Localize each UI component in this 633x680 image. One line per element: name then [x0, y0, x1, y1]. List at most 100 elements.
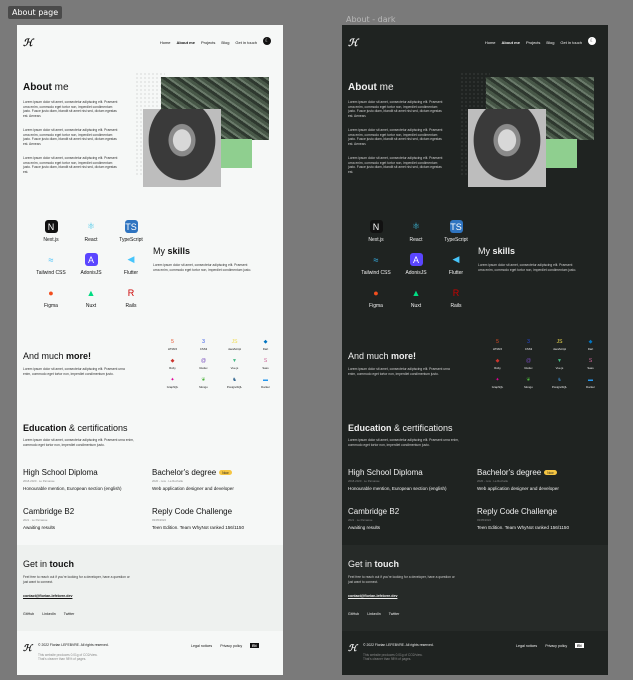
privacy-link[interactable]: Privacy policy	[220, 644, 242, 648]
contact-section	[17, 545, 283, 631]
theme-toggle-button[interactable]: ☾	[263, 37, 271, 45]
more-text: Lorem ipsum dolor sit amet, consectetur …	[348, 367, 450, 376]
tool-item: 5 HTML5	[482, 338, 513, 352]
email-link[interactable]: contact@florian-lefebvre.dev	[23, 594, 72, 598]
tool-item: ◆ Ruby	[157, 357, 188, 371]
language-switch[interactable]: EN	[250, 643, 259, 648]
tool-label: PostgreSQL	[226, 385, 243, 389]
tool-label: HTML5	[167, 347, 178, 351]
site-logo[interactable]: ℋ	[348, 38, 358, 49]
tool-item: ♞ PostgreSQL	[219, 376, 250, 390]
skills-grid: N Next.js ⚛ React TS TypeScript ≈ Tailwind CSS A…	[31, 220, 151, 309]
nav-contact[interactable]: Get in touch	[560, 40, 582, 45]
skill-label: React	[409, 237, 423, 243]
figma-icon: ●	[48, 287, 54, 298]
typescript-icon: TS	[449, 220, 463, 233]
tool-label: HTML5	[492, 347, 503, 351]
nav-about[interactable]: About me	[502, 40, 520, 45]
linkedin-link[interactable]: LinkedIn	[367, 612, 381, 616]
more-title: And much more!	[23, 351, 92, 361]
nextjs-icon: N	[44, 220, 58, 233]
email-link[interactable]: contact@florian-lefebvre.dev	[348, 594, 397, 598]
nav-blog[interactable]: Blog	[221, 40, 229, 45]
nav-projects[interactable]: Projects	[201, 40, 215, 45]
footer-logo[interactable]: ℋ	[348, 643, 357, 654]
more-title: And much more!	[348, 351, 417, 361]
ruby-icon: ◆	[170, 357, 175, 364]
nav-projects[interactable]: Projects	[526, 40, 540, 45]
react-icon: ⚛	[86, 221, 96, 231]
twitter-link[interactable]: Twitter	[389, 612, 400, 616]
skill-item: ◀ Flutter	[436, 253, 476, 276]
tool-item: @ Redux	[513, 357, 544, 371]
education-item: Bachelor's degree Now 2020 - now · La Roc…	[477, 468, 559, 491]
nav-home[interactable]: Home	[485, 40, 496, 45]
tailwind-icon: ≈	[48, 254, 54, 265]
linkedin-link[interactable]: LinkedIn	[42, 612, 56, 616]
about-paragraph-3: Lorem ipsum dolor sit amet, consectetur …	[348, 156, 443, 174]
skill-label: Figma	[369, 303, 383, 309]
contact-title: Get in touch	[23, 559, 75, 569]
frame-label-light: About page	[8, 6, 63, 19]
privacy-link[interactable]: Privacy policy	[545, 644, 567, 648]
footer-links: Legal notices Privacy policy EN	[516, 643, 584, 648]
nav-blog[interactable]: Blog	[546, 40, 554, 45]
html5-icon: 5	[171, 338, 174, 345]
nav-about[interactable]: About me	[177, 40, 195, 45]
docker-icon: ▬	[263, 376, 268, 383]
tool-label: Sass	[262, 366, 269, 370]
about-title: About me	[23, 82, 69, 93]
html5-icon: 5	[496, 338, 499, 345]
twitter-link[interactable]: Twitter	[64, 612, 75, 616]
footer-links: Legal notices Privacy policy EN	[191, 643, 259, 648]
nav-contact[interactable]: Get in touch	[235, 40, 257, 45]
footer-logo[interactable]: ℋ	[23, 643, 32, 654]
skill-item: N Next.js	[31, 220, 71, 243]
sass-icon: S	[263, 357, 268, 364]
css3-icon: 3	[527, 338, 530, 345]
legal-link[interactable]: Legal notices	[516, 644, 537, 648]
legal-link[interactable]: Legal notices	[191, 644, 212, 648]
copyright: © 2022 Florian LEFEBVRE. All rights rese…	[38, 643, 109, 647]
github-link[interactable]: GitHub	[23, 612, 34, 616]
education-title: Education & certifications	[23, 423, 128, 433]
skill-item: A AdonisJS	[71, 253, 111, 276]
nuxt-icon: ▲	[411, 287, 421, 298]
skill-item: ⚛ React	[71, 220, 111, 243]
education-item: Bachelor's degree Now 2020 - now · La Roc…	[152, 468, 234, 491]
dark-frame: ℋ Home About me Projects Blog Get in tou…	[342, 25, 608, 675]
tool-label: Redux	[199, 366, 208, 370]
tools-grid: 5 HTML5 3 CSS3 JS JavaScript ◆ Dart ◆ Ruby @ Redux ▼…	[157, 338, 281, 390]
theme-toggle-button[interactable]: ☾	[588, 37, 596, 45]
nav-home[interactable]: Home	[160, 40, 171, 45]
moon-icon: ☾	[589, 38, 595, 44]
copyright: © 2022 Florian LEFEBVRE. All rights rese…	[363, 643, 434, 647]
skills-title: My skills	[478, 246, 516, 256]
tool-label: Docker	[586, 385, 595, 389]
social-links: GitHub LinkedIn Twitter	[348, 612, 399, 616]
tool-item: ◆ Ruby	[482, 357, 513, 371]
site-logo[interactable]: ℋ	[23, 38, 33, 49]
education-text: Lorem ipsum dolor sit amet, consectetur …	[348, 438, 459, 447]
vuejs-icon: ▼	[557, 357, 562, 364]
now-badge: Now	[219, 470, 232, 476]
skill-label: Rails	[450, 303, 462, 309]
skill-label: AdonisJS	[405, 270, 427, 276]
tool-item: 5 HTML5	[157, 338, 188, 352]
portrait-photo	[143, 109, 221, 187]
tool-item: S Sass	[250, 357, 281, 371]
mongodb-icon: ❦	[526, 376, 531, 383]
tool-label: Mongo	[524, 385, 533, 389]
github-link[interactable]: GitHub	[348, 612, 359, 616]
skill-label: Tailwind CSS	[361, 270, 391, 276]
contact-text: Feel free to reach out if you're looking…	[348, 575, 455, 584]
social-links: GitHub LinkedIn Twitter	[23, 612, 74, 616]
mongodb-icon: ❦	[201, 376, 206, 383]
tool-item: S Sass	[575, 357, 606, 371]
tool-label: JavaScript	[552, 347, 567, 351]
typescript-icon: TS	[124, 220, 138, 233]
css3-icon: 3	[202, 338, 205, 345]
language-switch[interactable]: EN	[575, 643, 584, 648]
tool-item: ❦ Mongo	[513, 376, 544, 390]
tool-label: Redux	[524, 366, 533, 370]
